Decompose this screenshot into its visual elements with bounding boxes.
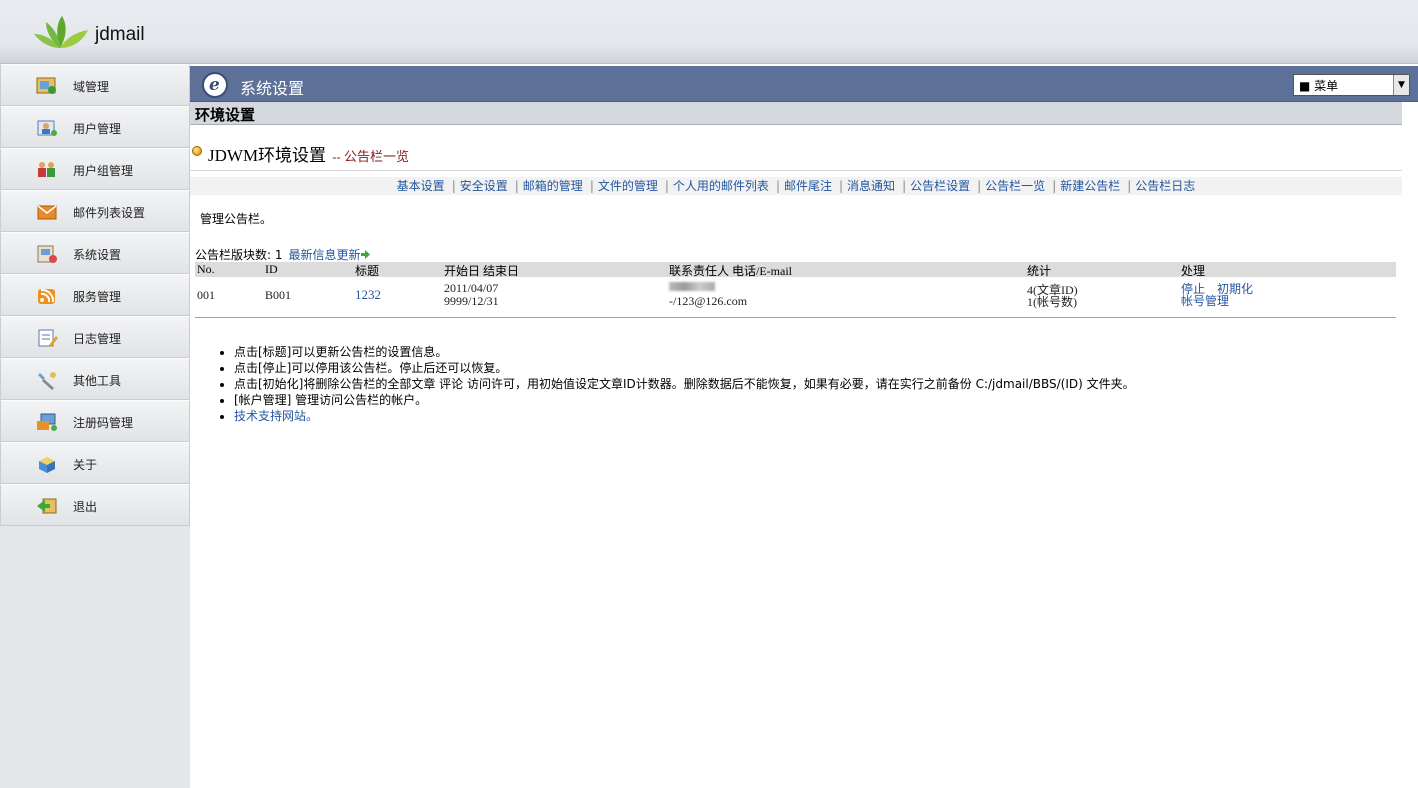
menu-select-value: ■ 菜单: [1299, 79, 1339, 93]
subheading-subtitle: -- 公告栏一览: [332, 149, 409, 164]
settings-nav: 基本设置 | 安全设置 | 邮箱的管理 | 文件的管理 | 个人用的邮件列表 | 邮件尾注 | 消息通知…: [190, 177, 1402, 195]
note-item: [帐户管理] 管理访问公告栏的帐户。: [234, 392, 1135, 408]
sidebar-item-label: 退出: [73, 500, 98, 514]
sidebar-item-about[interactable]: 关于: [0, 442, 190, 484]
title-bar: e 系统设置 ■ 菜单 ▼: [190, 66, 1418, 102]
section-bar: 环境设置: [190, 102, 1402, 125]
sidebar-item-tools[interactable]: 其他工具: [0, 358, 190, 400]
note-item: 点击[初始化]将删除公告栏的全部文章 评论 访问许可，用初始值设定文章ID计数器…: [234, 376, 1135, 392]
bullet-dot-icon: [192, 146, 202, 156]
leaf-logo-icon: [34, 16, 88, 48]
nav-link-basic[interactable]: 基本设置: [397, 179, 445, 193]
app-name: jdmail: [95, 24, 145, 45]
section-title: 环境设置: [195, 106, 256, 124]
note-item: 技术支持网站。: [234, 408, 1135, 424]
subheading-title: JDWM环境设置: [208, 146, 327, 165]
table-header: No. ID 标题 开始日 结束日 联系责任人 电话/E-mail 统计 处理: [195, 262, 1396, 278]
service-icon: [38, 288, 55, 304]
sidebar-item-label: 域管理: [73, 80, 110, 94]
nav-link-bbs-log[interactable]: 公告栏日志: [1135, 179, 1195, 193]
user-group-icon: [38, 162, 55, 177]
sidebar-item-users[interactable]: 用户管理: [0, 106, 190, 148]
note-item: 点击[标题]可以更新公告栏的设置信息。: [234, 344, 1135, 360]
note-item: 点击[停止]可以停用该公告栏。停止后还可以恢复。: [234, 360, 1135, 376]
nav-link-security[interactable]: 安全设置: [460, 179, 508, 193]
cell-contact-name-redacted: [669, 280, 715, 295]
sidebar-item-label: 用户管理: [73, 122, 122, 136]
subheading: JDWM环境设置 -- 公告栏一览: [208, 141, 409, 166]
system-settings-icon: [37, 245, 57, 263]
account-manage-link[interactable]: 帐号管理: [1181, 292, 1229, 309]
sidebar: 域管理 用户管理 用户组管理 邮件列表设置 系统设置 服务管理 日志管理 其他工…: [0, 64, 190, 788]
nav-link-bbs-settings[interactable]: 公告栏设置: [910, 179, 970, 193]
table-row: 001 B001 1232 2011/04/07 9999/12/31 -/12…: [195, 278, 1396, 318]
col-no: No.: [197, 262, 215, 276]
divider: [190, 170, 1402, 171]
sidebar-item-services[interactable]: 服务管理: [0, 274, 190, 316]
sidebar-item-label: 关于: [73, 458, 98, 472]
col-contact: 联系责任人 电话/E-mail: [669, 264, 792, 278]
sidebar-item-label: 用户组管理: [73, 164, 134, 178]
sidebar-item-label: 其他工具: [73, 374, 122, 388]
e-logo-icon: e: [202, 72, 228, 98]
registration-code-icon: [37, 413, 57, 431]
nav-link-files[interactable]: 文件的管理: [598, 179, 658, 193]
arrow-right-icon: [360, 250, 370, 259]
col-dates: 开始日 结束日: [444, 264, 520, 278]
chevron-down-icon[interactable]: ▼: [1393, 75, 1409, 95]
main-content: e 系统设置 ■ 菜单 ▼ 环境设置 JDWM环境设置 -- 公告栏一览 基本设置…: [190, 64, 1418, 788]
menu-select[interactable]: ■ 菜单 ▼: [1293, 74, 1410, 96]
cell-end-date: 9999/12/31: [444, 294, 499, 308]
sidebar-item-logout[interactable]: 退出: [0, 484, 190, 526]
sidebar-item-label: 注册码管理: [73, 416, 134, 430]
nav-link-new-bbs[interactable]: 新建公告栏: [1060, 179, 1120, 193]
nav-link-notifications[interactable]: 消息通知: [847, 179, 895, 193]
sidebar-item-registration-codes[interactable]: 注册码管理: [0, 400, 190, 442]
nav-link-personal-lists[interactable]: 个人用的邮件列表: [673, 179, 769, 193]
about-icon: [39, 457, 55, 473]
col-id: ID: [265, 262, 278, 276]
log-icon: [38, 329, 58, 347]
bbs-count-line: 公告栏版块数: 1 最新信息更新: [195, 246, 370, 263]
domain-icon: [36, 77, 56, 94]
sidebar-item-logs[interactable]: 日志管理: [0, 316, 190, 358]
notes-list: 点击[标题]可以更新公告栏的设置信息。 点击[停止]可以停用该公告栏。停止后还可…: [234, 344, 1135, 424]
sidebar-item-label: 日志管理: [73, 332, 122, 346]
col-title: 标题: [355, 264, 380, 278]
sidebar-item-label: 服务管理: [73, 290, 122, 304]
nav-link-mailbox[interactable]: 邮箱的管理: [523, 179, 583, 193]
mailing-list-icon: [37, 205, 57, 220]
cell-contact-email: -/123@126.com: [669, 294, 748, 308]
user-icon: [37, 120, 57, 136]
cell-id: B001: [265, 288, 292, 302]
nav-link-bbs-list[interactable]: 公告栏一览: [985, 179, 1045, 193]
logout-icon: [37, 498, 57, 514]
bbs-title-link[interactable]: 1232: [355, 287, 381, 303]
cell-no: 001: [197, 288, 215, 302]
sidebar-item-domain[interactable]: 域管理: [0, 64, 190, 106]
cell-stats-accounts: 1(帐号数): [1027, 295, 1077, 309]
col-action: 处理: [1181, 264, 1206, 278]
nav-link-footer[interactable]: 邮件尾注: [784, 179, 832, 193]
sidebar-item-mailing-lists[interactable]: 邮件列表设置: [0, 190, 190, 232]
divider: [195, 317, 1396, 318]
sidebar-item-system-settings[interactable]: 系统设置: [0, 232, 190, 274]
col-stats: 统计: [1027, 264, 1052, 278]
tools-icon: [38, 372, 56, 390]
header: jdmail: [0, 0, 1418, 64]
sidebar-item-label: 系统设置: [73, 248, 122, 262]
support-site-link[interactable]: 技术支持网站。: [234, 409, 318, 423]
update-link[interactable]: 最新信息更新: [289, 248, 370, 262]
sidebar-item-label: 邮件列表设置: [73, 206, 146, 220]
sidebar-item-user-groups[interactable]: 用户组管理: [0, 148, 190, 190]
description: 管理公告栏。: [200, 212, 273, 226]
page-title: 系统设置: [240, 79, 305, 98]
bbs-count: 公告栏版块数: 1: [195, 248, 283, 262]
